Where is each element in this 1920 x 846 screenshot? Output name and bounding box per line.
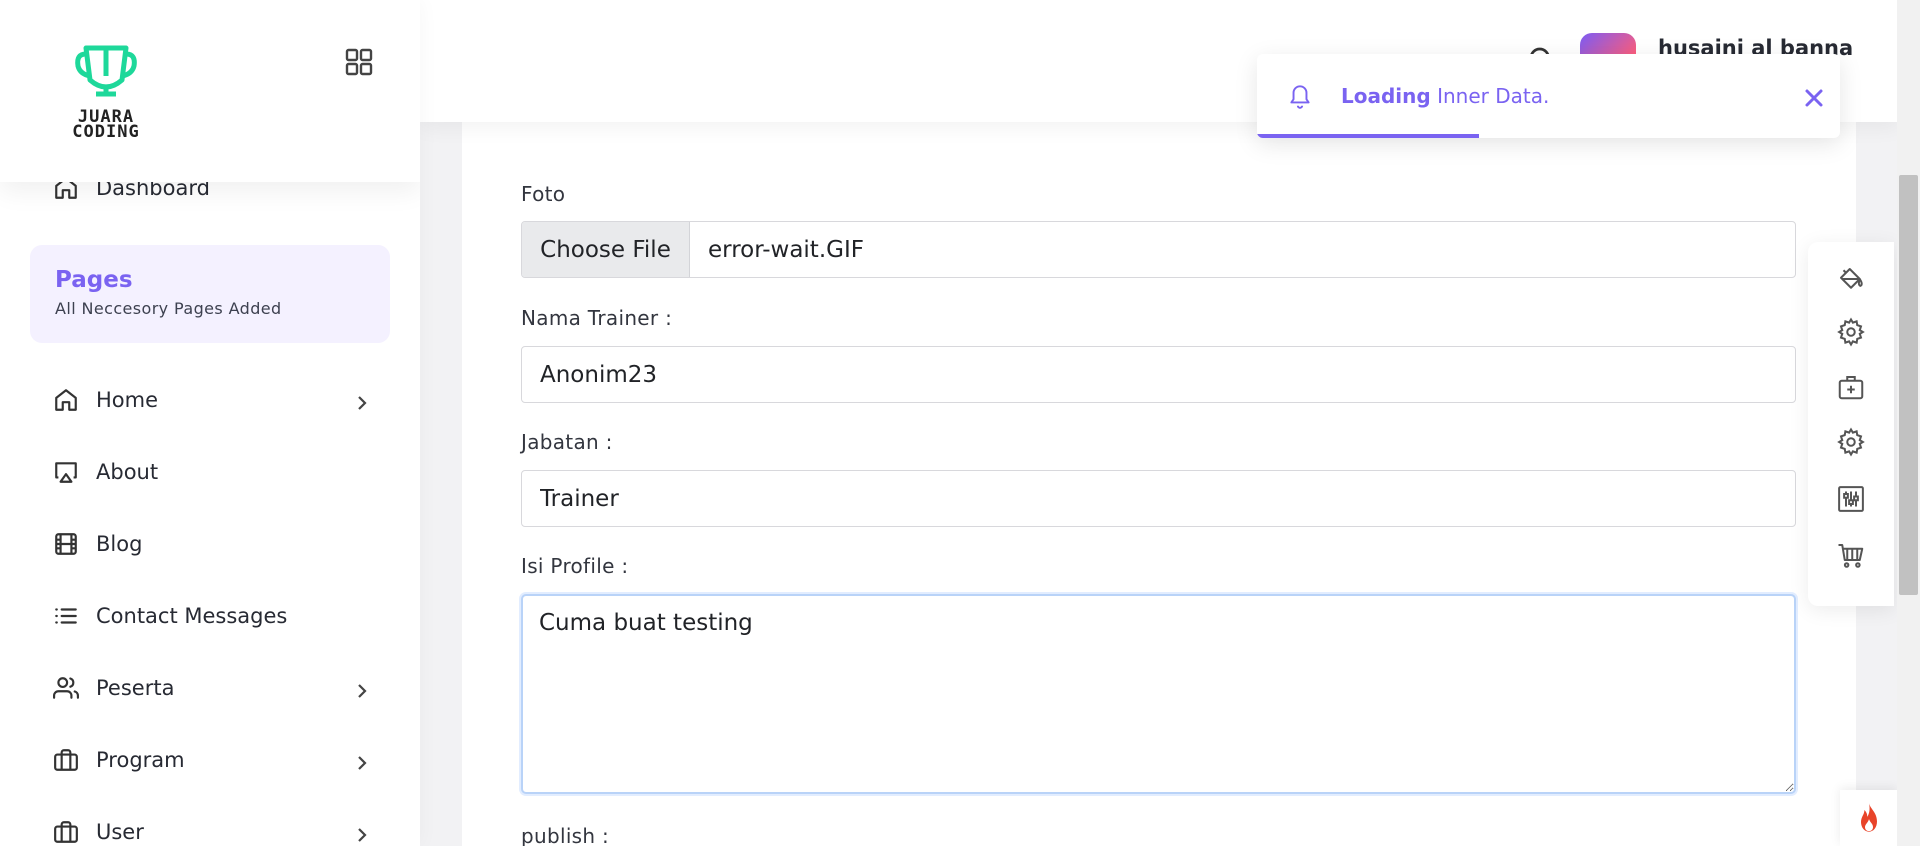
choose-file-button[interactable]: Choose File bbox=[522, 222, 690, 277]
sidebar-item-home[interactable]: Home bbox=[0, 364, 420, 436]
fire-icon bbox=[1860, 803, 1877, 832]
logo-line-2: CODING bbox=[72, 122, 140, 142]
sidebar-item-contact-messages[interactable]: Contact Messages bbox=[0, 580, 420, 652]
foto-label: Foto bbox=[521, 182, 566, 206]
publish-label: publish : bbox=[521, 824, 610, 846]
sidebar-item-blog[interactable]: Blog bbox=[0, 508, 420, 580]
sidebar-item-label: Blog bbox=[96, 532, 143, 556]
sidebar: JUARA CODING Dashboard Pages All Necceso… bbox=[0, 0, 420, 846]
trainer-form-card: Foto Choose File error-wait.GIF Nama Tra… bbox=[462, 122, 1856, 846]
toast-body-text: Inner Data. bbox=[1430, 84, 1550, 108]
sidebar-item-peserta[interactable]: Peserta bbox=[0, 652, 420, 724]
isi-profile-label: Isi Profile : bbox=[521, 554, 629, 578]
sliders-icon[interactable] bbox=[1836, 484, 1866, 514]
juara-coding-logo[interactable]: JUARA CODING bbox=[50, 40, 162, 144]
home-icon bbox=[52, 386, 80, 414]
toast-message: Loading Inner Data. bbox=[1341, 84, 1549, 108]
customizer-toolbar bbox=[1808, 242, 1894, 606]
foto-file-input[interactable]: Choose File error-wait.GIF bbox=[521, 221, 1796, 278]
pages-subtitle: All Neccesory Pages Added bbox=[55, 299, 282, 318]
briefcase-icon bbox=[52, 818, 80, 846]
chevron-right-icon bbox=[354, 752, 370, 770]
sidebar-item-user[interactable]: User bbox=[0, 796, 420, 846]
chevron-right-icon bbox=[354, 824, 370, 842]
sidebar-item-label: About bbox=[96, 460, 159, 484]
pages-info-box: Pages All Neccesory Pages Added bbox=[30, 245, 390, 343]
pages-title: Pages bbox=[55, 267, 133, 293]
paint-bucket-icon[interactable] bbox=[1836, 264, 1866, 294]
chevron-right-icon bbox=[354, 680, 370, 698]
bell-icon bbox=[1287, 82, 1313, 110]
film-icon bbox=[52, 530, 80, 558]
sidebar-item-label: Contact Messages bbox=[96, 604, 288, 628]
file-name: error-wait.GIF bbox=[708, 236, 864, 263]
sidebar-nav: Home About Blog Contact Messages Peserta… bbox=[0, 364, 420, 846]
page-scrollbar-thumb[interactable] bbox=[1899, 175, 1918, 595]
settings-icon[interactable] bbox=[1836, 427, 1866, 457]
sidebar-item-about[interactable]: About bbox=[0, 436, 420, 508]
toast-strong-text: Loading bbox=[1341, 84, 1431, 108]
fire-button[interactable] bbox=[1840, 790, 1897, 846]
logo-text: JUARA CODING bbox=[50, 109, 162, 142]
cart-icon[interactable] bbox=[1836, 540, 1866, 570]
chevron-right-icon bbox=[354, 392, 370, 410]
nama-trainer-input[interactable] bbox=[521, 346, 1796, 403]
sidebar-item-label: Peserta bbox=[96, 676, 175, 700]
close-icon[interactable] bbox=[1804, 88, 1824, 108]
jabatan-label: Jabatan : bbox=[521, 430, 613, 454]
notification-toast: Loading Inner Data. bbox=[1257, 54, 1840, 138]
list-icon bbox=[52, 602, 80, 630]
medical-box-icon[interactable] bbox=[1836, 372, 1866, 402]
jabatan-input[interactable] bbox=[521, 470, 1796, 527]
grid-menu-icon[interactable] bbox=[345, 48, 373, 76]
users-icon bbox=[52, 674, 80, 702]
toast-progress-bar bbox=[1257, 134, 1479, 138]
sidebar-header: JUARA CODING bbox=[0, 0, 420, 182]
sidebar-item-label: User bbox=[96, 820, 144, 844]
briefcase-icon bbox=[52, 746, 80, 774]
airplay-icon bbox=[52, 458, 80, 486]
trophy-logo-icon bbox=[75, 45, 137, 97]
sidebar-item-label: Home bbox=[96, 388, 159, 412]
nama-trainer-label: Nama Trainer : bbox=[521, 306, 673, 330]
settings-icon[interactable] bbox=[1836, 317, 1866, 347]
sidebar-item-program[interactable]: Program bbox=[0, 724, 420, 796]
isi-profile-textarea[interactable]: Cuma buat testing bbox=[521, 594, 1796, 794]
sidebar-item-label: Program bbox=[96, 748, 185, 772]
